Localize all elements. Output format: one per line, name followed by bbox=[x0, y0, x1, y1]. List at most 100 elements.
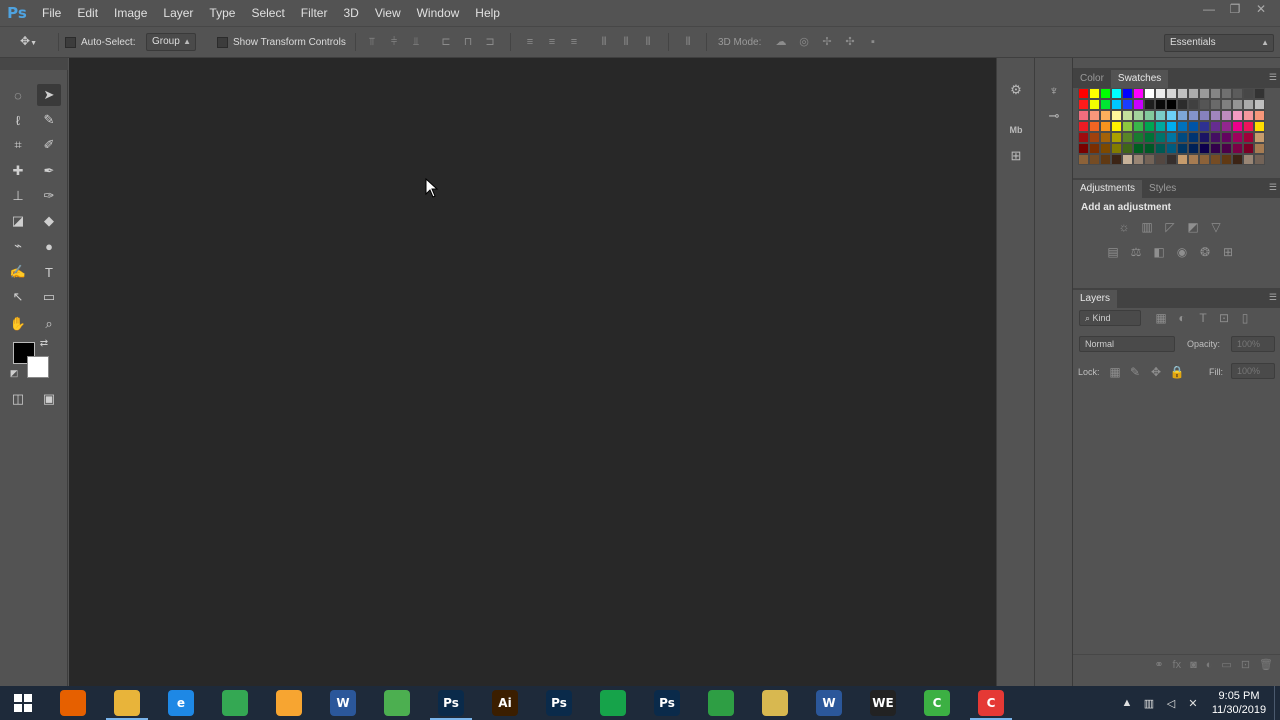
align-bottom-icon[interactable]: ⫫ bbox=[408, 35, 424, 49]
close-button[interactable]: ✕ bbox=[1248, 0, 1274, 20]
distribute-left-icon[interactable]: ⦀ bbox=[596, 35, 612, 49]
taskbar-sketchup[interactable] bbox=[370, 686, 424, 720]
taskbar-photoshop-3[interactable]: Ps bbox=[640, 686, 694, 720]
swatch[interactable] bbox=[1210, 99, 1221, 110]
layers-list[interactable] bbox=[1073, 388, 1280, 658]
swatch[interactable] bbox=[1166, 154, 1177, 165]
swatch[interactable] bbox=[1177, 121, 1188, 132]
tab-styles[interactable]: Styles bbox=[1142, 180, 1183, 198]
swatch[interactable] bbox=[1210, 143, 1221, 154]
auto-align-icon[interactable]: ⫴ bbox=[680, 35, 696, 49]
screen-mode-icon[interactable]: ▣ bbox=[37, 388, 61, 410]
timeline-panel-icon[interactable]: ⊞ bbox=[1006, 146, 1026, 166]
brush-tool-icon[interactable]: ✒ bbox=[37, 160, 61, 182]
swatch[interactable] bbox=[1177, 88, 1188, 99]
swatch[interactable] bbox=[1133, 143, 1144, 154]
taskbar-chrome[interactable] bbox=[208, 686, 262, 720]
dodge-tool-icon[interactable]: ● bbox=[37, 235, 61, 257]
menu-help[interactable]: Help bbox=[467, 0, 508, 26]
fill-input[interactable]: 100% bbox=[1231, 363, 1275, 379]
align-hcenter-icon[interactable]: ⊓ bbox=[460, 35, 476, 49]
swatch[interactable] bbox=[1210, 121, 1221, 132]
swatch[interactable] bbox=[1232, 132, 1243, 143]
layer-style-icon[interactable]: fx bbox=[1173, 659, 1182, 671]
swatch[interactable] bbox=[1210, 154, 1221, 165]
brush-presets-icon[interactable]: ♆ bbox=[1044, 80, 1064, 100]
swatch[interactable] bbox=[1100, 132, 1111, 143]
tab-swatches[interactable]: Swatches bbox=[1110, 70, 1169, 88]
rectangle-tool-icon[interactable]: ▭ bbox=[37, 286, 61, 308]
menu-file[interactable]: File bbox=[34, 0, 69, 26]
swatch[interactable] bbox=[1254, 154, 1265, 165]
swatch[interactable] bbox=[1166, 110, 1177, 121]
swatch[interactable] bbox=[1177, 154, 1188, 165]
swatch[interactable] bbox=[1221, 154, 1232, 165]
swatch[interactable] bbox=[1166, 88, 1177, 99]
3d-roll-icon[interactable]: ◎ bbox=[796, 35, 812, 49]
3d-slide-icon[interactable]: ✣ bbox=[842, 35, 858, 49]
swatch[interactable] bbox=[1155, 88, 1166, 99]
network-icon[interactable]: ▥ bbox=[1138, 697, 1160, 710]
swatch[interactable] bbox=[1188, 121, 1199, 132]
new-layer-icon[interactable]: ⊡ bbox=[1241, 658, 1250, 671]
taskbar-store[interactable] bbox=[586, 686, 640, 720]
auto-select-dropdown[interactable]: Group ▲ bbox=[146, 33, 196, 51]
filter-pixel-icon[interactable]: ▦ bbox=[1153, 310, 1169, 326]
swatch[interactable] bbox=[1221, 110, 1232, 121]
marquee-tool-icon[interactable]: ◌ bbox=[6, 84, 30, 106]
swatch[interactable] bbox=[1188, 99, 1199, 110]
menu-type[interactable]: Type bbox=[201, 0, 243, 26]
swatch[interactable] bbox=[1122, 132, 1133, 143]
swatch[interactable] bbox=[1210, 88, 1221, 99]
quick-selection-tool-icon[interactable]: ✎ bbox=[37, 109, 61, 131]
swatch[interactable] bbox=[1144, 99, 1155, 110]
swatch[interactable] bbox=[1232, 110, 1243, 121]
align-top-icon[interactable]: ⫪ bbox=[364, 35, 380, 49]
swatch[interactable] bbox=[1144, 154, 1155, 165]
swatch[interactable] bbox=[1144, 88, 1155, 99]
swatch[interactable] bbox=[1089, 88, 1100, 99]
swatch[interactable] bbox=[1155, 110, 1166, 121]
link-layers-icon[interactable]: ⚭ bbox=[1154, 658, 1163, 671]
swatch[interactable] bbox=[1177, 143, 1188, 154]
show-desktop-button[interactable] bbox=[1274, 686, 1280, 720]
swatch[interactable] bbox=[1078, 154, 1089, 165]
opacity-input[interactable]: 100% bbox=[1231, 336, 1275, 352]
quick-mask-icon[interactable]: ◫ bbox=[6, 388, 30, 410]
add-mask-icon[interactable]: ◙ bbox=[1190, 659, 1197, 671]
swatch[interactable] bbox=[1111, 99, 1122, 110]
filter-type-icon[interactable]: T bbox=[1195, 310, 1211, 326]
tab-adjustments[interactable]: Adjustments bbox=[1073, 180, 1143, 198]
swatch[interactable] bbox=[1155, 132, 1166, 143]
swatch[interactable] bbox=[1188, 154, 1199, 165]
swatch[interactable] bbox=[1166, 132, 1177, 143]
swatch[interactable] bbox=[1122, 99, 1133, 110]
menu-select[interactable]: Select bbox=[243, 0, 292, 26]
workspace-dropdown[interactable]: Essentials ▲ bbox=[1164, 34, 1274, 52]
menu-filter[interactable]: Filter bbox=[293, 0, 336, 26]
distribute-hcenter-icon[interactable]: ⦀ bbox=[618, 35, 634, 49]
taskbar-firefox[interactable] bbox=[46, 686, 100, 720]
swatch[interactable] bbox=[1100, 154, 1111, 165]
swatch[interactable] bbox=[1199, 154, 1210, 165]
swatch[interactable] bbox=[1078, 132, 1089, 143]
swatch[interactable] bbox=[1188, 88, 1199, 99]
swatch[interactable] bbox=[1199, 121, 1210, 132]
swap-colors-icon[interactable]: ⇄ bbox=[36, 336, 52, 350]
swatch[interactable] bbox=[1232, 143, 1243, 154]
swatch[interactable] bbox=[1100, 110, 1111, 121]
start-button[interactable] bbox=[0, 686, 46, 720]
swatch[interactable] bbox=[1166, 121, 1177, 132]
panel-menu-icon[interactable]: ☰ bbox=[1269, 72, 1277, 83]
taskbar-excel-chart[interactable] bbox=[748, 686, 802, 720]
swatch[interactable] bbox=[1254, 88, 1265, 99]
mini-bridge-icon[interactable]: Mb bbox=[1006, 120, 1026, 140]
3d-drag-icon[interactable]: ✢ bbox=[819, 35, 835, 49]
swatch[interactable] bbox=[1199, 132, 1210, 143]
swatch[interactable] bbox=[1133, 88, 1144, 99]
type-tool-icon[interactable]: T bbox=[37, 261, 61, 283]
swatch[interactable] bbox=[1232, 88, 1243, 99]
new-adjustment-layer-icon[interactable]: ◐ bbox=[1206, 659, 1213, 671]
swatch[interactable] bbox=[1144, 143, 1155, 154]
swatch[interactable] bbox=[1078, 99, 1089, 110]
